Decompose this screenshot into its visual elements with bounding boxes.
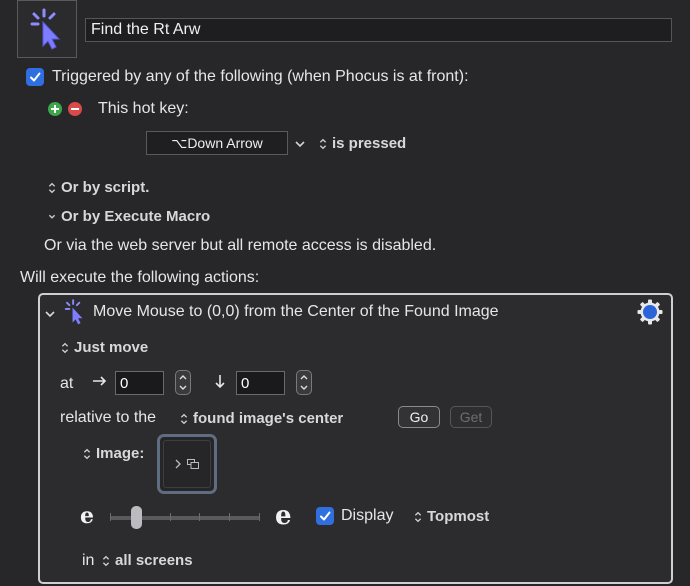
- hotkey-state-label: is pressed: [332, 135, 407, 152]
- slider-tick: [229, 513, 231, 521]
- updown-chevron-icon: [102, 555, 110, 567]
- trigger-checkbox[interactable]: [26, 68, 44, 86]
- updown-chevron-icon: [180, 413, 188, 425]
- gear-icon: [637, 299, 663, 325]
- at-label: at: [60, 375, 74, 392]
- move-mode-label: Just move: [74, 339, 149, 356]
- actions-header: Will execute the following actions:: [20, 269, 260, 286]
- chevron-up-icon: [300, 374, 308, 380]
- or-by-execute-macro-disclosure[interactable]: Or by Execute Macro: [47, 208, 210, 225]
- slider-tick: [110, 513, 111, 521]
- move-mode-popup[interactable]: Just move: [60, 339, 148, 356]
- updown-chevron-icon: [61, 342, 69, 354]
- hotkey-value: ⌥Down Arrow: [171, 134, 263, 151]
- chevron-down-icon: [179, 385, 187, 391]
- go-button[interactable]: Go: [398, 406, 440, 428]
- chevron-right-icon: [175, 459, 181, 469]
- topmost-label: Topmost: [427, 508, 490, 525]
- x-offset-stepper[interactable]: [175, 370, 191, 395]
- or-by-execute-macro-label: Or by Execute Macro: [61, 208, 211, 225]
- screens-value: all screens: [115, 552, 193, 569]
- chevron-down-icon: [295, 141, 305, 148]
- right-arrow-icon: [92, 374, 108, 392]
- action-title: Move Mouse to (0,0) from the Center of t…: [93, 303, 499, 320]
- remove-trigger-button[interactable]: [68, 102, 82, 116]
- or-by-script-popup[interactable]: Or by script.: [47, 179, 149, 196]
- chevron-up-icon: [179, 374, 187, 380]
- relative-to-value: found image's center: [193, 410, 344, 427]
- action-gear-button[interactable]: [637, 299, 663, 329]
- hotkey-field[interactable]: ⌥Down Arrow: [146, 131, 288, 155]
- plus-icon: [51, 105, 59, 113]
- web-server-note: Or via the web server but all remote acc…: [44, 237, 437, 254]
- image-well-content: [163, 440, 211, 488]
- updown-chevron-icon: [414, 511, 422, 523]
- go-button-label: Go: [409, 409, 429, 425]
- in-label: in: [82, 552, 95, 569]
- get-button[interactable]: Get: [450, 406, 492, 428]
- chevron-down-icon: [48, 214, 56, 219]
- chevron-down-icon: [300, 385, 308, 391]
- y-offset-stepper[interactable]: [296, 370, 312, 395]
- image-label: Image:: [96, 445, 145, 462]
- x-offset-field[interactable]: [115, 371, 164, 395]
- slider-min-glyph: e: [80, 503, 94, 529]
- trigger-label: Triggered by any of the following (when …: [52, 68, 469, 85]
- slider-max-glyph: e: [275, 501, 292, 531]
- hotkey-state-popup[interactable]: is pressed: [318, 135, 406, 152]
- slider-tick: [258, 513, 260, 521]
- hotkey-label: This hot key:: [98, 100, 189, 117]
- display-label: Display: [341, 507, 394, 524]
- or-by-script-label: Or by script.: [61, 179, 150, 196]
- cursor-click-icon: [30, 8, 61, 50]
- cursor-click-icon: [64, 299, 83, 325]
- chevron-down-icon: [45, 311, 55, 318]
- macro-icon[interactable]: [17, 0, 77, 58]
- topmost-popup[interactable]: Topmost: [413, 508, 489, 525]
- fuzziness-slider-knob[interactable]: [131, 506, 142, 529]
- add-trigger-button[interactable]: [48, 102, 62, 116]
- image-well[interactable]: [157, 434, 217, 494]
- windows-icon: [187, 459, 199, 469]
- updown-chevron-icon: [83, 448, 91, 460]
- updown-chevron-icon: [319, 138, 327, 150]
- get-button-label: Get: [459, 409, 483, 425]
- updown-chevron-icon: [48, 182, 56, 194]
- display-checkbox[interactable]: [316, 507, 334, 525]
- slider-tick: [169, 513, 171, 521]
- macro-name-field[interactable]: [85, 18, 672, 42]
- slider-tick: [199, 513, 201, 521]
- move-mouse-action-icon: [64, 299, 86, 329]
- image-source-popup[interactable]: Image:: [82, 445, 144, 462]
- hotkey-dropdown-button[interactable]: [294, 136, 306, 153]
- checkmark-icon: [320, 511, 331, 521]
- relative-to-popup[interactable]: found image's center: [179, 410, 343, 427]
- action-panel: [38, 293, 673, 584]
- y-offset-field[interactable]: [236, 371, 285, 395]
- down-arrow-icon: [213, 374, 227, 394]
- screens-popup[interactable]: all screens: [101, 552, 193, 569]
- relative-label: relative to the: [60, 409, 157, 426]
- checkmark-icon: [30, 72, 41, 82]
- action-collapse-button[interactable]: [44, 306, 56, 323]
- minus-icon: [71, 108, 79, 110]
